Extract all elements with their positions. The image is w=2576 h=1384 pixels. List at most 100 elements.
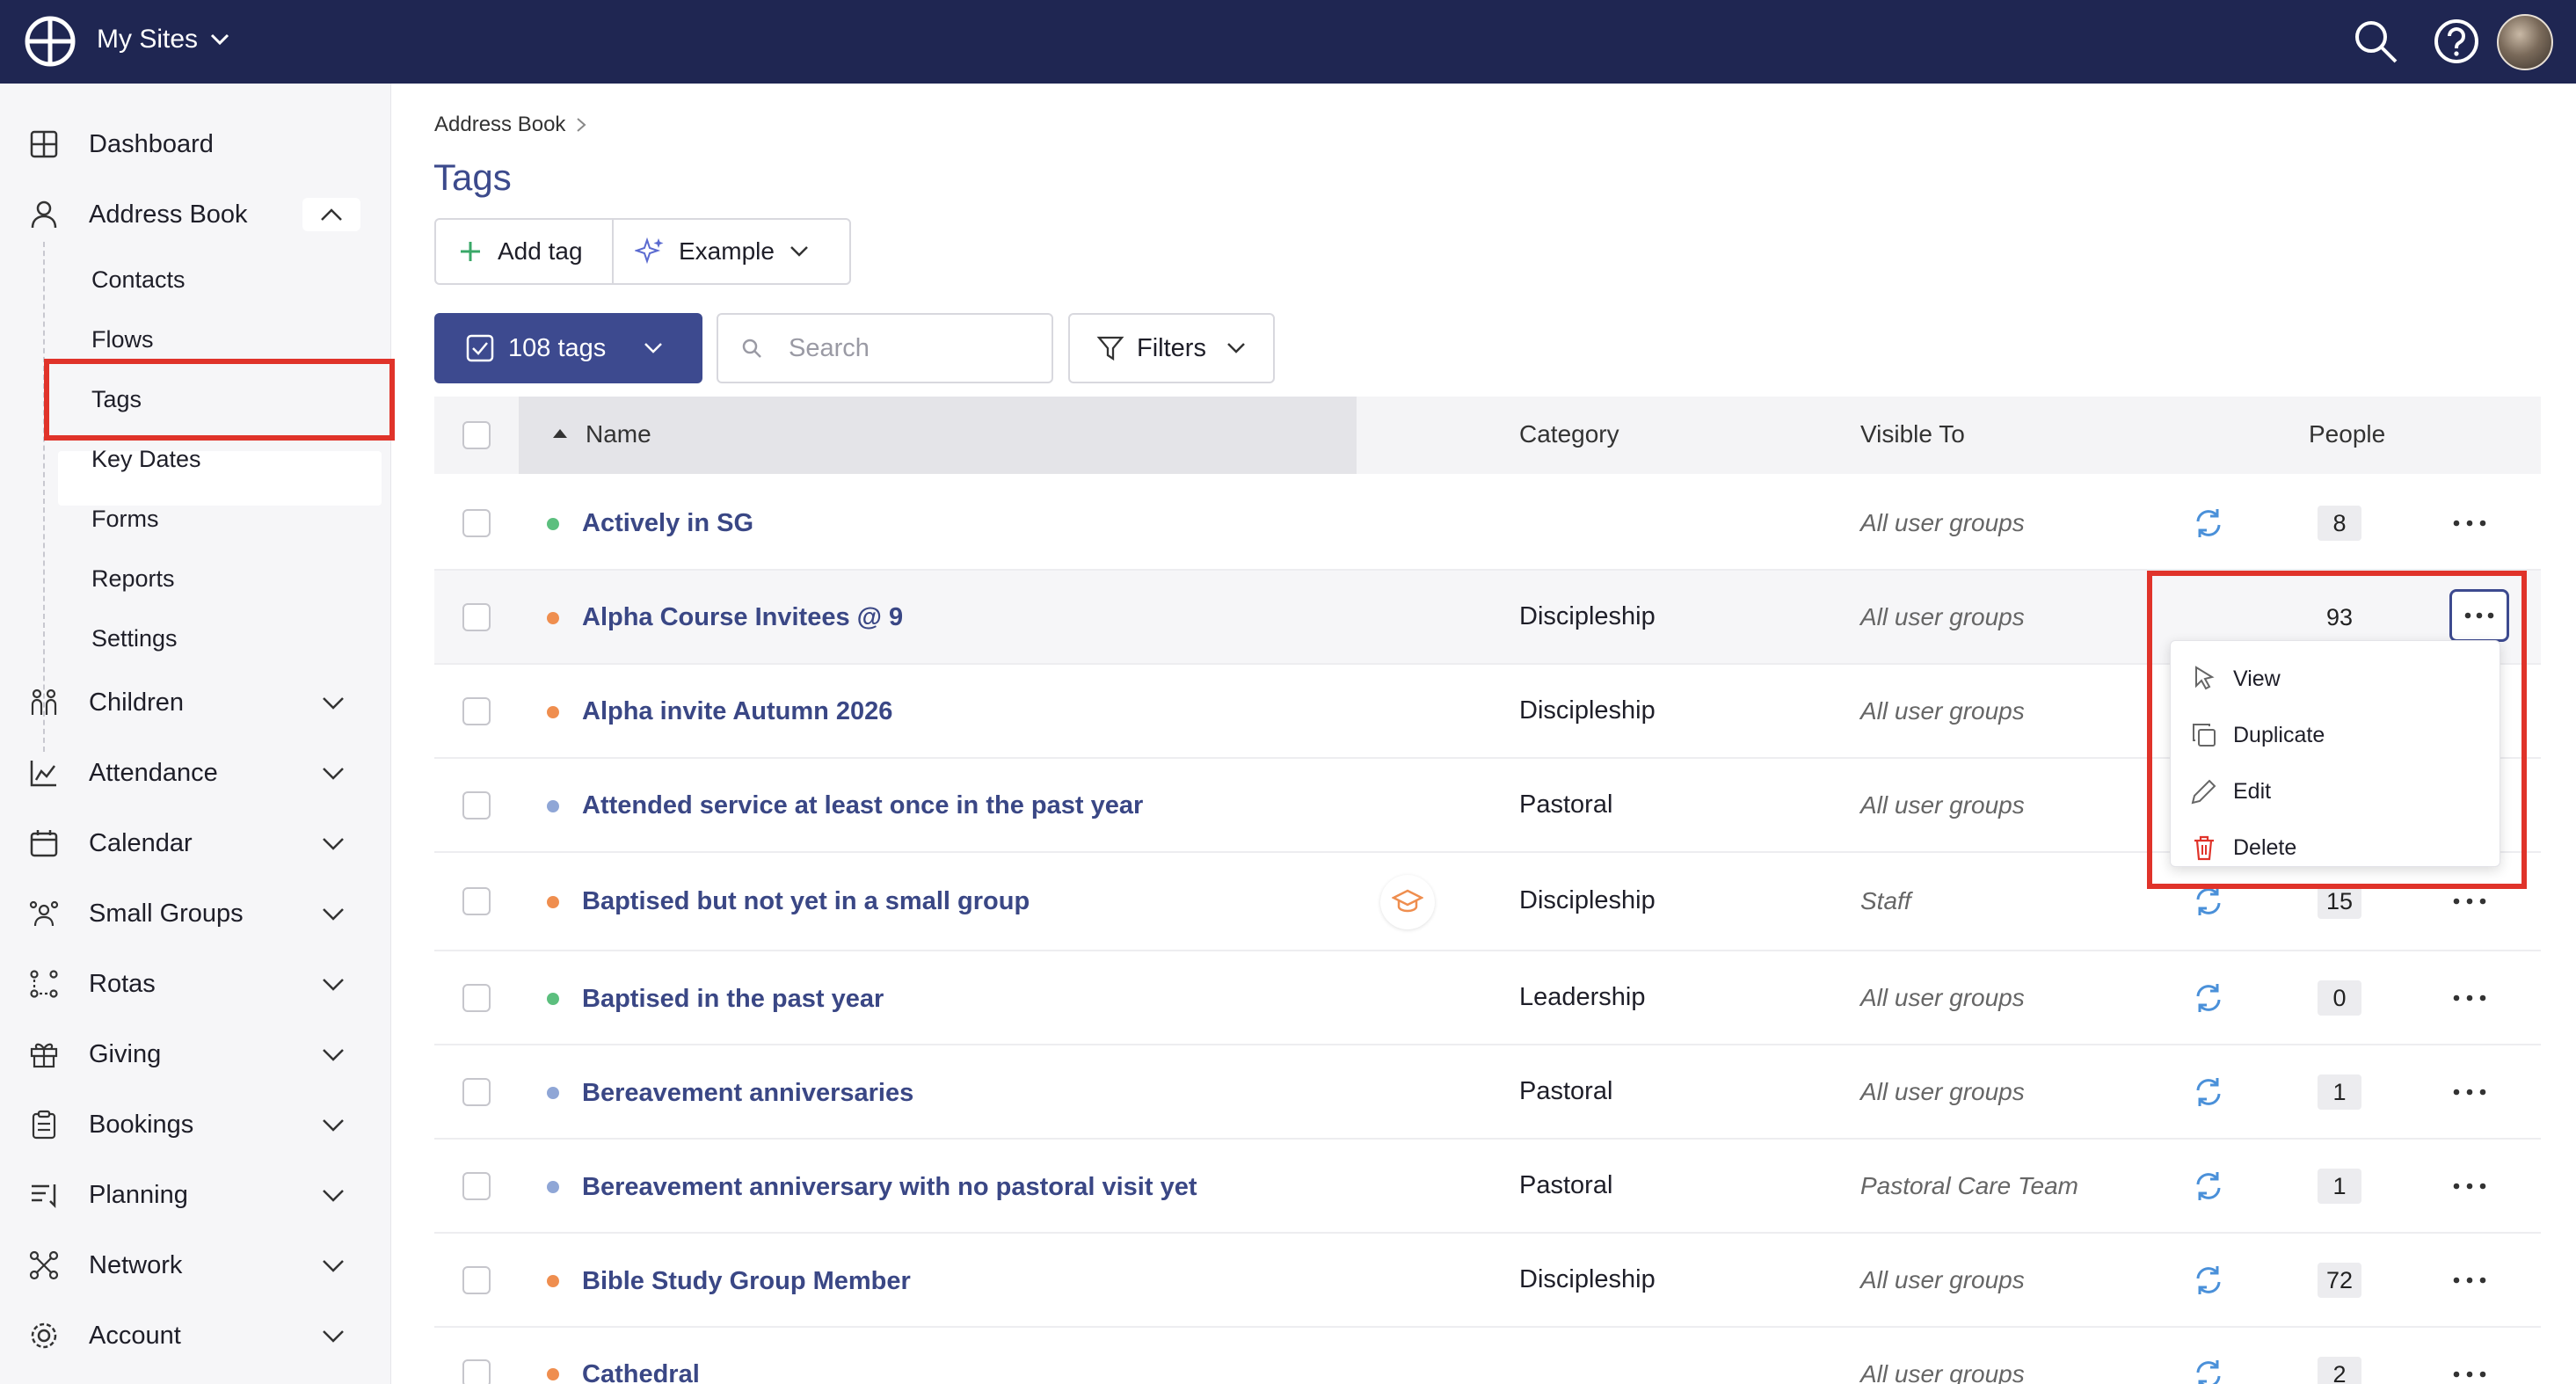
category-cell: Discipleship: [1519, 886, 1655, 914]
category-cell: Discipleship: [1519, 696, 1655, 725]
tag-name-link[interactable]: Alpha Course Invitees @ 9: [582, 603, 903, 632]
sidebar-item-label: Attendance: [89, 758, 218, 787]
dashboard-icon: [30, 130, 58, 158]
add-tag-label: Add tag: [498, 237, 583, 265]
search-icon[interactable]: [2352, 18, 2399, 65]
page-title: Tags: [433, 157, 512, 198]
sidebar-subitem-settings[interactable]: Settings: [91, 625, 178, 652]
row-checkbox[interactable]: [462, 1266, 491, 1294]
sidebar-item-account[interactable]: Account: [0, 1305, 391, 1366]
column-header-visible-to[interactable]: Visible To: [1860, 420, 1965, 448]
chevron-down-icon: [1227, 343, 1245, 353]
table-row[interactable]: Baptised in the past year Leadership All…: [434, 951, 2541, 1045]
tag-name-link[interactable]: Bereavement anniversary with no pastoral…: [582, 1173, 1197, 1202]
tag-name-link[interactable]: Baptised but not yet in a small group: [582, 887, 1030, 916]
table-row[interactable]: Bereavement anniversary with no pastoral…: [434, 1140, 2541, 1234]
more-options-icon[interactable]: [2448, 1366, 2492, 1383]
row-checkbox[interactable]: [462, 1359, 491, 1384]
chevron-down-icon: [644, 343, 663, 353]
sidebar-item-small-groups[interactable]: Small Groups: [0, 883, 391, 944]
filters-label: Filters: [1137, 333, 1206, 362]
tag-name-link[interactable]: Bereavement anniversaries: [582, 1079, 913, 1108]
chevron-right-icon: [577, 118, 586, 132]
chevron-down-icon: [210, 33, 229, 46]
column-header-name[interactable]: Name: [586, 420, 651, 448]
table-row[interactable]: Cathedral All user groups 2: [434, 1328, 2541, 1384]
chevron-down-icon: [790, 246, 808, 257]
sidebar-item-calendar[interactable]: Calendar: [0, 812, 391, 874]
tag-name-link[interactable]: Actively in SG: [582, 509, 753, 538]
row-checkbox[interactable]: [462, 603, 491, 631]
row-checkbox[interactable]: [462, 984, 491, 1012]
help-icon[interactable]: [2433, 18, 2480, 65]
sidebar-item-rotas[interactable]: Rotas: [0, 953, 391, 1015]
row-checkbox[interactable]: [462, 791, 491, 819]
more-options-icon[interactable]: [2448, 892, 2492, 910]
chevron-down-icon: [323, 1260, 344, 1272]
row-checkbox[interactable]: [462, 1172, 491, 1200]
table-row[interactable]: Bible Study Group Member Discipleship Al…: [434, 1234, 2541, 1328]
tag-name-link[interactable]: Baptised in the past year: [582, 985, 884, 1014]
menu-highlight-box: [2147, 571, 2527, 889]
tag-color-dot: [547, 1275, 559, 1287]
user-avatar[interactable]: [2497, 14, 2553, 70]
sidebar-item-label: Rotas: [89, 969, 156, 998]
collapse-button[interactable]: [302, 198, 360, 231]
category-cell: Discipleship: [1519, 602, 1655, 630]
more-options-icon[interactable]: [2448, 514, 2492, 532]
tag-name-link[interactable]: Cathedral: [582, 1360, 700, 1384]
breadcrumb-address-book[interactable]: Address Book: [434, 113, 565, 137]
sidebar-subitem-contacts[interactable]: Contacts: [91, 266, 186, 294]
example-label: Example: [679, 237, 775, 265]
category-cell: Pastoral: [1519, 1171, 1613, 1199]
column-header-category[interactable]: Category: [1519, 420, 1619, 448]
chevron-down-icon: [323, 1119, 344, 1132]
more-options-icon[interactable]: [2448, 989, 2492, 1007]
sidebar-item-network[interactable]: Network: [0, 1235, 391, 1296]
people-count: 15: [2318, 884, 2362, 919]
tag-color-dot: [547, 518, 559, 530]
row-checkbox[interactable]: [462, 697, 491, 725]
tag-color-dot: [547, 800, 559, 812]
row-checkbox[interactable]: [462, 887, 491, 915]
table-row[interactable]: Actively in SG All user groups 8: [434, 476, 2541, 571]
column-header-people[interactable]: People: [2309, 420, 2385, 448]
tag-name-link[interactable]: Alpha invite Autumn 2026: [582, 697, 892, 726]
visible-to-cell: All user groups: [1860, 1078, 2025, 1105]
app-logo-icon[interactable]: [25, 16, 76, 67]
tag-color-dot: [547, 706, 559, 718]
tag-name-link[interactable]: Attended service at least once in the pa…: [582, 791, 1143, 820]
sidebar-subitem-reports[interactable]: Reports: [91, 565, 175, 593]
sync-icon: [2196, 1078, 2221, 1106]
my-sites-menu[interactable]: My Sites: [97, 25, 229, 55]
more-options-icon[interactable]: [2448, 1083, 2492, 1101]
sidebar-item-dashboard[interactable]: Dashboard: [0, 113, 391, 175]
person-icon: [31, 200, 57, 229]
tag-color-dot: [547, 1181, 559, 1193]
row-badge: [1380, 875, 1435, 929]
sidebar-item-attendance[interactable]: Attendance: [0, 742, 391, 804]
visible-to-cell: All user groups: [1860, 603, 2025, 630]
select-all-checkbox[interactable]: [462, 421, 491, 449]
sidebar-item-giving[interactable]: Giving: [0, 1023, 391, 1085]
sidebar-item-children[interactable]: Children: [0, 672, 391, 733]
sidebar-item-bookings[interactable]: Bookings: [0, 1094, 391, 1155]
example-dropdown[interactable]: Example: [614, 220, 849, 283]
sidebar-subitem-key-dates[interactable]: Key Dates: [91, 446, 201, 473]
row-checkbox[interactable]: [462, 1078, 491, 1106]
sidebar-subitem-forms[interactable]: Forms: [91, 506, 159, 533]
sidebar-subitem-flows[interactable]: Flows: [91, 326, 154, 353]
tag-name-link[interactable]: Bible Study Group Member: [582, 1267, 911, 1296]
row-checkbox[interactable]: [462, 509, 491, 537]
search-input[interactable]: Search: [717, 313, 1053, 383]
more-options-icon[interactable]: [2448, 1177, 2492, 1195]
add-tag-button[interactable]: Add tag: [436, 220, 614, 283]
sort-up-icon[interactable]: [552, 428, 568, 439]
sidebar-item-planning[interactable]: Planning: [0, 1164, 391, 1226]
tags-count-dropdown[interactable]: 108 tags: [434, 313, 702, 383]
checkbox-checked-icon: [466, 334, 494, 362]
table-row[interactable]: Bereavement anniversaries Pastoral All u…: [434, 1045, 2541, 1140]
filters-button[interactable]: Filters: [1068, 313, 1275, 383]
more-options-icon[interactable]: [2448, 1271, 2492, 1289]
sidebar-item-address-book[interactable]: Address Book: [0, 184, 391, 245]
